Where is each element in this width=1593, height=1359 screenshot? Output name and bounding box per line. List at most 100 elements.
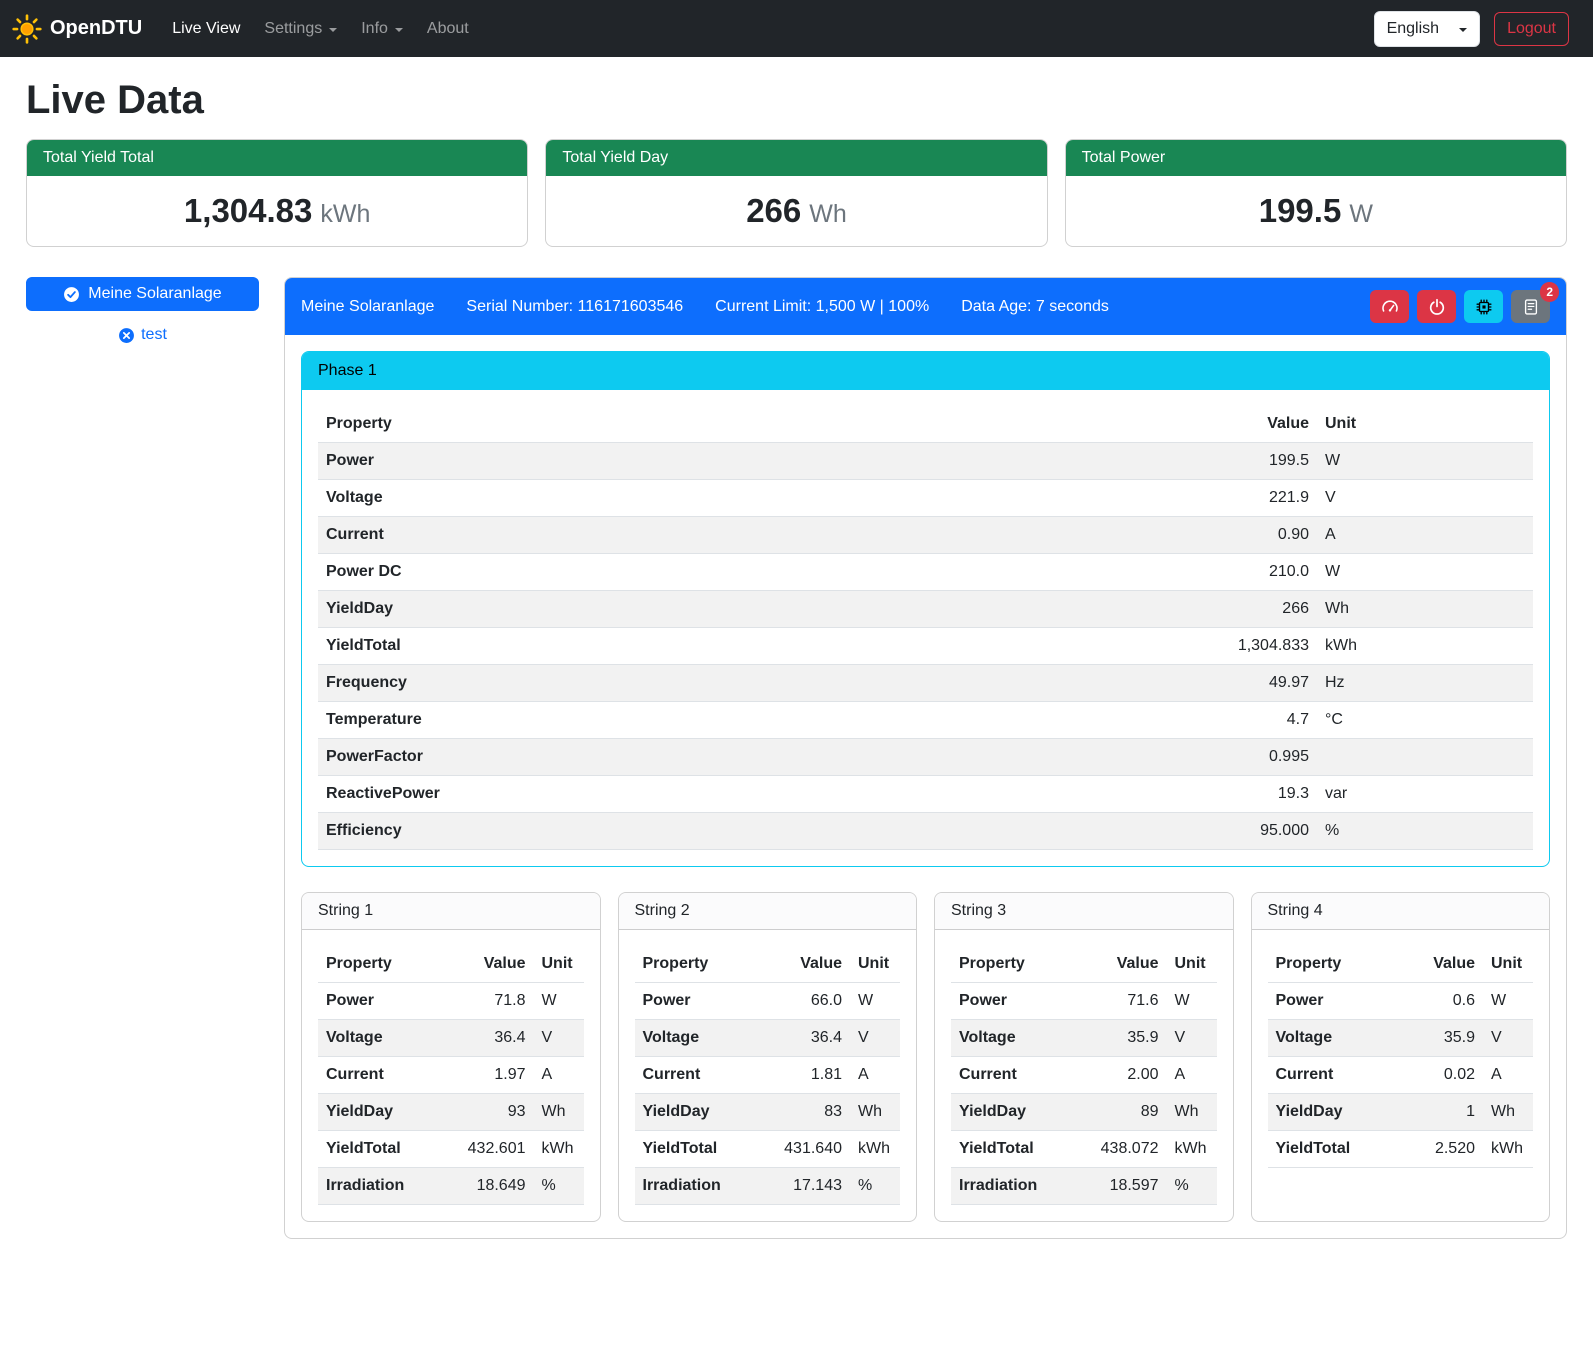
table-header-row: Property Value Unit [318,406,1533,443]
inverter-select-label: Meine Solaranlage [88,285,221,303]
table-cell-val: 36.4 [772,1020,850,1057]
limit-config-button[interactable] [1370,290,1409,323]
table-row: Efficiency95.000% [318,813,1533,850]
nav-item-info[interactable]: Info [349,12,415,46]
table-cell-unit: W [1167,983,1217,1020]
nav-item-about[interactable]: About [415,12,481,46]
logout-button[interactable]: Logout [1494,12,1569,46]
table-cell-val: 0.02 [1405,1057,1483,1094]
table-row: YieldTotal438.072kWh [951,1131,1217,1168]
table-cell-prop: PowerFactor [318,739,1167,776]
inverter-select-test[interactable]: test [26,326,259,344]
table-cell-prop: Temperature [318,702,1167,739]
nav-item-live-view[interactable]: Live View [160,12,252,46]
table-cell-prop: Power [318,983,456,1020]
power-config-button[interactable] [1417,290,1456,323]
table-cell-unit: % [1167,1168,1217,1205]
inverter-select-button[interactable]: Meine Solaranlage [26,277,259,311]
column-header-property: Property [318,406,1167,443]
table-cell-prop: Efficiency [318,813,1167,850]
event-count-badge: 2 [1540,282,1559,302]
table-cell-prop: Voltage [635,1020,773,1057]
nav-item-label: Live View [172,20,240,38]
table-cell-val: 431.640 [772,1131,850,1168]
table-cell-val: 432.601 [456,1131,534,1168]
summary-card-body: 1,304.83kWh [27,176,527,246]
summary-card-value: 199.5 [1259,192,1342,229]
table-cell-prop: Power [1268,983,1406,1020]
table-row: YieldTotal1,304.833kWh [318,628,1533,665]
table-row: Current1.97A [318,1057,584,1094]
brand-link[interactable]: OpenDTU [12,14,142,44]
string-card: String 4 Property Value Unit Power0.6WVo… [1251,892,1551,1222]
column-header-unit: Unit [850,946,900,983]
table-cell-unit: Wh [1317,591,1533,628]
table-cell-unit: A [1317,517,1533,554]
chevron-down-icon [395,28,403,32]
string-table: Property Value Unit Power66.0WVoltage36.… [635,946,901,1205]
nav-item-settings[interactable]: Settings [252,12,349,46]
table-cell-unit: % [1317,813,1533,850]
table-cell-prop: YieldDay [635,1094,773,1131]
table-cell-unit: A [1167,1057,1217,1094]
table-cell-unit: °C [1317,702,1533,739]
nav-links: Live View Settings Info About [160,12,481,46]
table-cell-unit: W [1317,443,1533,480]
table-cell-val: 49.97 [1167,665,1317,702]
table-cell-prop: Power DC [318,554,1167,591]
table-cell-unit: W [850,983,900,1020]
table-cell-unit: kWh [1167,1131,1217,1168]
column-header-unit: Unit [1317,406,1533,443]
summary-card-value: 266 [746,192,801,229]
table-cell-val: 89 [1089,1094,1167,1131]
table-cell-val: 4.7 [1167,702,1317,739]
summary-card-unit: Wh [809,200,847,228]
cpu-icon [1475,298,1493,316]
column-header-property: Property [951,946,1089,983]
journal-icon [1522,298,1540,316]
x-circle-icon [118,327,135,344]
table-cell-val: 438.072 [1089,1131,1167,1168]
device-info-button[interactable] [1464,290,1503,323]
table-cell-prop: Current [1268,1057,1406,1094]
string-card-title: String 3 [935,893,1233,930]
column-header-value: Value [1405,946,1483,983]
speedometer-icon [1381,298,1399,316]
table-cell-prop: Voltage [951,1020,1089,1057]
table-cell-unit: V [1317,480,1533,517]
string-card-title: String 4 [1252,893,1550,930]
table-cell-prop: Power [318,443,1167,480]
table-cell-val: 35.9 [1089,1020,1167,1057]
table-row: Power199.5W [318,443,1533,480]
string-card-title: String 2 [619,893,917,930]
sun-icon [12,14,42,44]
string-card-title: String 1 [302,893,600,930]
table-row: Voltage35.9V [1268,1020,1534,1057]
table-row: YieldDay89Wh [951,1094,1217,1131]
strings-grid: String 1 Property Value Unit Power71.8WV… [301,892,1550,1222]
table-row: Irradiation18.597% [951,1168,1217,1205]
phase-card: Phase 1 Property Value Unit Power199.5WV… [301,351,1550,867]
summary-card-total-power: Total Power 199.5W [1065,139,1567,247]
string-table-body: Power71.6WVoltage35.9VCurrent2.00AYieldD… [951,983,1217,1205]
main-row: Meine Solaranlage test Meine Solaranlage… [26,277,1567,1239]
event-log-button[interactable]: 2 [1511,290,1550,323]
column-header-value: Value [1167,406,1317,443]
table-cell-unit: % [850,1168,900,1205]
inverter-select-test-label: test [141,326,167,344]
summary-card-total-yield-total: Total Yield Total 1,304.83kWh [26,139,528,247]
nav-item-label: About [427,20,469,38]
table-row: YieldTotal432.601kWh [318,1131,584,1168]
nav-item-label: Settings [264,20,322,38]
table-cell-unit: W [1483,983,1533,1020]
table-cell-prop: Frequency [318,665,1167,702]
summary-card-title: Total Power [1066,140,1566,176]
string-card-body: Property Value Unit Power0.6WVoltage35.9… [1252,930,1550,1221]
table-cell-unit: W [1317,554,1533,591]
table-cell-prop: Current [318,1057,456,1094]
inverter-limit: Current Limit: 1,500 W | 100% [715,298,929,316]
phase-card-title: Phase 1 [302,352,1549,390]
string-table-body: Power66.0WVoltage36.4VCurrent1.81AYieldD… [635,983,901,1205]
string-card: String 3 Property Value Unit Power71.6WV… [934,892,1234,1222]
language-select[interactable]: English [1374,11,1480,47]
